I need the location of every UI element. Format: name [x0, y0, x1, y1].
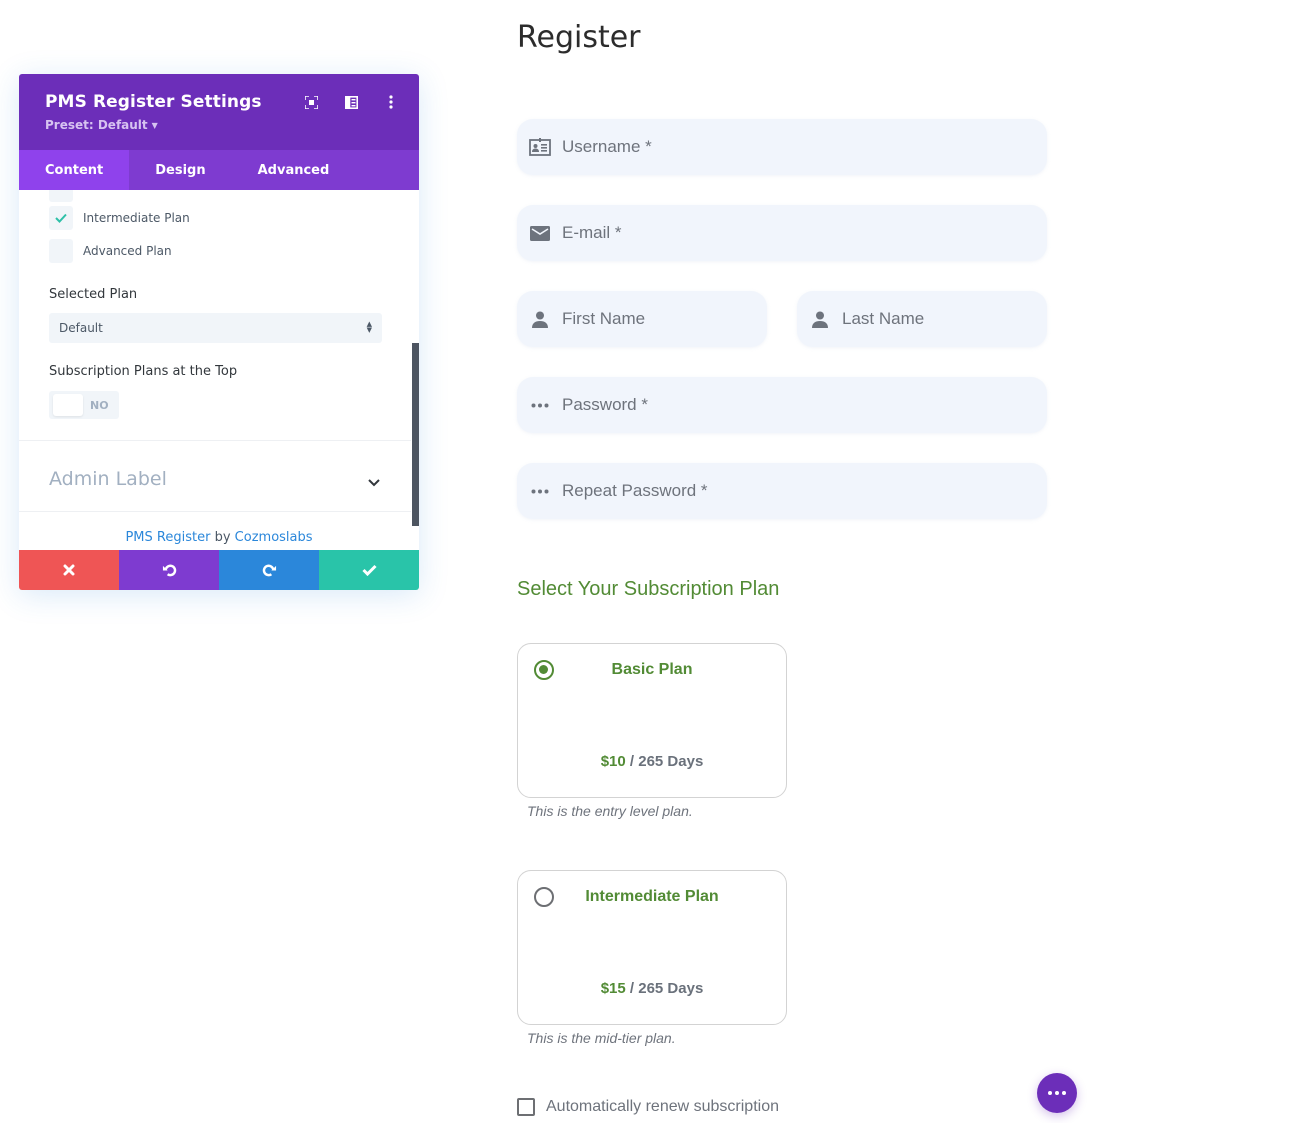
preset-label: Preset: Default	[45, 118, 148, 132]
panel-header[interactable]: PMS Register Settings Preset: Default ▼	[19, 74, 419, 150]
redo-button[interactable]	[219, 550, 319, 590]
password-placeholder: Password *	[562, 395, 648, 414]
plan-price: $10 / 265 Days	[518, 753, 786, 770]
envelope-icon	[529, 222, 551, 244]
checkbox[interactable]	[49, 239, 73, 263]
check-icon	[361, 564, 377, 576]
caret-down-icon: ▼	[151, 120, 158, 130]
email-input[interactable]: E-mail *	[517, 205, 1047, 261]
first-name-placeholder: First Name	[562, 309, 646, 328]
user-icon	[809, 308, 831, 330]
plan-description: This is the entry level plan.	[527, 803, 693, 819]
plan-period: / 265 Days	[625, 753, 704, 770]
admin-label-section[interactable]: Admin Label	[49, 468, 167, 490]
username-placeholder: Username *	[562, 137, 652, 156]
divider	[19, 511, 411, 512]
plan-checkbox-advanced[interactable]: Advanced Plan	[49, 239, 172, 263]
panel-footer	[19, 550, 419, 590]
checkbox-checked[interactable]	[49, 206, 73, 230]
id-card-icon	[529, 136, 551, 158]
toggle-knob	[53, 394, 83, 416]
checkbox-label: Advanced Plan	[83, 244, 172, 258]
password-dots-icon	[529, 394, 551, 416]
dot	[1055, 1091, 1059, 1095]
checkbox-label: Intermediate Plan	[83, 211, 190, 225]
selected-plan-label: Selected Plan	[49, 287, 138, 302]
discard-button[interactable]	[19, 550, 119, 590]
plan-card-intermediate[interactable]: Intermediate Plan $15 / 265 Days	[517, 870, 787, 1025]
chevron-down-icon[interactable]	[367, 474, 381, 488]
dot	[1062, 1091, 1066, 1095]
author-link[interactable]: Cozmoslabs	[235, 530, 313, 545]
credit-by: by	[214, 530, 231, 545]
checkbox[interactable]	[517, 1098, 535, 1116]
password-input[interactable]: Password *	[517, 377, 1047, 433]
more-actions-button[interactable]	[1037, 1073, 1077, 1113]
tab-design[interactable]: Design	[129, 150, 231, 190]
plan-checkbox-intermediate[interactable]: Intermediate Plan	[49, 206, 190, 230]
tab-content[interactable]: Content	[19, 150, 130, 190]
panel-tabs: Content Design Advanced	[19, 150, 419, 190]
email-placeholder: E-mail *	[562, 223, 622, 242]
last-name-input[interactable]: Last Name	[797, 291, 1047, 347]
sidebar-toggle-icon[interactable]	[343, 94, 359, 110]
plan-name: Intermediate Plan	[585, 888, 719, 905]
plan-description: This is the mid-tier plan.	[527, 1030, 676, 1046]
last-name-placeholder: Last Name	[842, 309, 925, 328]
password-dots-icon	[529, 480, 551, 502]
plan-price: $15 / 265 Days	[518, 980, 786, 997]
selected-plan-select[interactable]: Default ▲ ▼	[49, 313, 382, 343]
plan-period: / 265 Days	[625, 980, 704, 997]
first-name-input[interactable]: First Name	[517, 291, 767, 347]
plans-heading: Select Your Subscription Plan	[517, 578, 780, 600]
undo-icon	[162, 564, 176, 576]
scrollbar[interactable]	[412, 343, 419, 526]
plan-card-basic[interactable]: Basic Plan $10 / 265 Days	[517, 643, 787, 798]
toggle-state: NO	[90, 398, 109, 412]
panel-body: Intermediate Plan Advanced Plan Selected…	[19, 190, 419, 550]
more-options-icon[interactable]	[383, 94, 399, 110]
repeat-password-placeholder: Repeat Password *	[562, 481, 708, 500]
select-arrows-icon: ▲ ▼	[366, 320, 372, 334]
auto-renew-checkbox[interactable]: Automatically renew subscription	[517, 1098, 779, 1116]
select-value: Default	[59, 321, 103, 335]
auto-renew-label: Automatically renew subscription	[546, 1098, 779, 1115]
dot	[1048, 1091, 1052, 1095]
divider	[19, 440, 411, 441]
module-credit: PMS Register by Cozmoslabs	[19, 530, 419, 545]
checkbox[interactable]	[49, 190, 73, 202]
plan-name: Basic Plan	[611, 661, 693, 678]
settings-panel: PMS Register Settings Preset: Default ▼ …	[19, 74, 419, 590]
user-icon	[529, 308, 551, 330]
expand-icon[interactable]	[303, 94, 319, 110]
repeat-password-input[interactable]: Repeat Password *	[517, 463, 1047, 519]
plans-at-top-toggle[interactable]: NO	[49, 391, 119, 419]
undo-button[interactable]	[119, 550, 219, 590]
save-button[interactable]	[319, 550, 419, 590]
close-icon	[63, 564, 75, 576]
plans-at-top-label: Subscription Plans at the Top	[49, 364, 238, 379]
plan-amount: $10	[600, 753, 626, 770]
preset-dropdown[interactable]: Preset: Default ▼	[45, 118, 419, 132]
module-link[interactable]: PMS Register	[125, 530, 210, 545]
plan-amount: $15	[600, 980, 626, 997]
plan-checkbox-hidden[interactable]	[49, 190, 73, 202]
tab-advanced[interactable]: Advanced	[232, 150, 356, 190]
redo-icon	[262, 564, 276, 576]
username-input[interactable]: Username *	[517, 119, 1047, 175]
page-title: Register	[517, 20, 641, 55]
